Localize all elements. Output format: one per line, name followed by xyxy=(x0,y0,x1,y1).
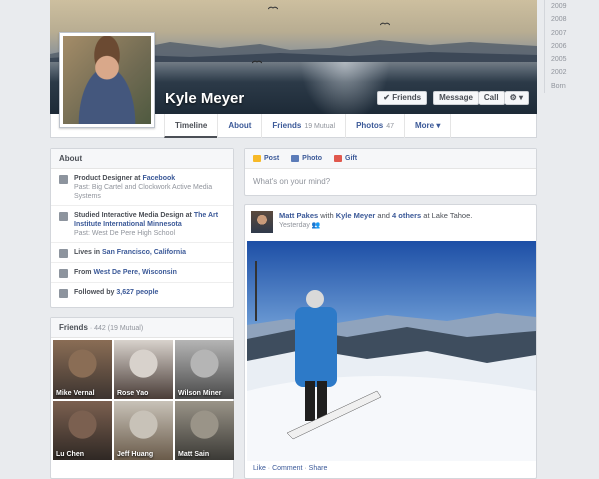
feed-story: Matt Pakes with Kyle Meyer and 4 others … xyxy=(244,204,537,479)
composer-tab-gift[interactable]: Gift xyxy=(334,154,357,163)
bird-icon xyxy=(380,22,390,26)
about-from: From West De Pere, Wisconsin xyxy=(51,263,233,283)
gift-icon xyxy=(334,155,342,162)
friend-tile[interactable]: Mike Vernal xyxy=(53,340,112,399)
composer-tab-photo[interactable]: Photo xyxy=(291,154,322,163)
tab-label: Timeline xyxy=(175,121,208,130)
message-button[interactable]: Message xyxy=(433,91,479,105)
story-text: and xyxy=(375,211,392,220)
friend-name[interactable]: Wilson Miner xyxy=(178,390,222,397)
profile-name[interactable]: Kyle Meyer xyxy=(165,90,244,107)
friend-name[interactable]: Jeff Huang xyxy=(117,451,153,458)
comment-link[interactable]: Comment xyxy=(272,465,302,472)
tagged-link[interactable]: Kyle Meyer xyxy=(336,211,376,220)
tab-label: Photos xyxy=(356,121,384,130)
about-past: Past: West De Pere High School xyxy=(74,230,176,237)
year-link[interactable]: 2009 xyxy=(544,0,599,14)
composer-tab-label: Post xyxy=(264,155,280,162)
rss-icon xyxy=(59,289,68,298)
about-past: Past: Big Cartel and Clockwork Active Me… xyxy=(74,184,213,200)
author-avatar[interactable] xyxy=(251,211,273,233)
friends-button[interactable]: ✔ Friends xyxy=(377,91,428,105)
settings-gear-button[interactable]: ⚙ ▾ xyxy=(504,91,529,105)
camera-icon xyxy=(291,155,300,162)
status-input[interactable]: What's on your mind? xyxy=(245,169,536,194)
composer-tab-post[interactable]: Post xyxy=(253,154,279,163)
about-link[interactable]: San Francisco, California xyxy=(102,249,186,256)
tab-photos[interactable]: Photos 47 xyxy=(345,114,404,138)
year-link[interactable]: 2008 xyxy=(544,13,599,27)
author-link[interactable]: Matt Pakes xyxy=(279,211,318,220)
home-icon xyxy=(59,249,68,258)
bird-icon xyxy=(268,6,278,10)
about-line: From xyxy=(74,269,94,276)
others-link[interactable]: 4 others xyxy=(392,211,421,220)
about-followers: Followed by 3,627 people xyxy=(51,283,233,302)
snowboard-scene xyxy=(247,241,536,461)
composer-tab-label: Photo xyxy=(302,155,322,162)
about-education: Studied Interactive Media Design at The … xyxy=(51,206,233,243)
about-panel: About Product Designer at Facebook Past: … xyxy=(50,148,234,308)
friend-name[interactable]: Rose Yao xyxy=(117,390,148,397)
tab-label: About xyxy=(228,121,252,130)
year-link[interactable]: 2005 xyxy=(544,53,599,67)
year-link[interactable]: Born xyxy=(544,79,599,94)
boat-wake xyxy=(300,62,390,114)
about-link[interactable]: West De Pere, Wisconsin xyxy=(93,269,176,276)
story-timestamp[interactable]: Yesterday xyxy=(279,222,310,229)
story-text: with xyxy=(318,211,336,220)
tab-label: Friends xyxy=(272,121,302,130)
graduation-cap-icon xyxy=(59,212,68,221)
timeline-years: 2009 2008 2007 2006 2005 2002 Born xyxy=(544,0,599,94)
friends-title[interactable]: Friends xyxy=(59,323,88,332)
friends-audience-icon[interactable]: 👥 xyxy=(312,222,321,229)
bird-icon xyxy=(252,60,262,64)
about-line: Lives in xyxy=(74,249,103,256)
friend-name[interactable]: Matt Sain xyxy=(178,451,209,458)
call-button[interactable]: Call xyxy=(478,91,505,105)
tab-timeline[interactable]: Timeline xyxy=(164,114,218,138)
friend-tile[interactable]: Matt Sain xyxy=(175,401,234,460)
profile-picture[interactable] xyxy=(59,32,155,128)
friends-panel: Friends · 442 (19 Mutual) Mike Vernal Ros… xyxy=(50,317,234,479)
story-photo[interactable] xyxy=(247,241,536,461)
cover-actions: ✔ Friends Message Call ⚙ ▾ xyxy=(377,91,529,105)
year-link[interactable]: 2002 xyxy=(544,66,599,80)
tab-count: 19 Mutual xyxy=(304,123,336,130)
briefcase-icon xyxy=(59,175,68,184)
tab-more[interactable]: More ▾ xyxy=(403,114,452,138)
about-line: Studied Interactive Media Design at xyxy=(74,212,194,219)
friend-tile[interactable]: Rose Yao xyxy=(114,340,173,399)
tab-friends[interactable]: Friends 19 Mutual xyxy=(261,114,345,138)
pencil-icon xyxy=(253,155,261,162)
about-lives: Lives in San Francisco, California xyxy=(51,243,233,263)
friend-tile[interactable]: Jeff Huang xyxy=(114,401,173,460)
year-link[interactable]: 2006 xyxy=(544,39,599,54)
about-work: Product Designer at Facebook Past: Big Ca… xyxy=(51,169,233,206)
about-line: Followed by xyxy=(74,289,117,296)
friend-name[interactable]: Lu Chen xyxy=(56,451,84,458)
friend-name[interactable]: Mike Vernal xyxy=(56,390,95,397)
location-pin-icon xyxy=(59,269,68,278)
friend-tile[interactable]: Wilson Miner xyxy=(175,340,234,399)
composer-tab-label: Gift xyxy=(345,155,358,162)
friend-tile[interactable]: Lu Chen xyxy=(53,401,112,460)
profile-photo xyxy=(63,36,151,124)
year-link[interactable]: 2007 xyxy=(544,26,599,40)
composer: Post Photo Gift What's on your mind? xyxy=(244,148,537,196)
about-link[interactable]: Facebook xyxy=(142,175,175,182)
story-text: at Lake Tahoe. xyxy=(421,211,473,220)
friends-count: · 442 (19 Mutual) xyxy=(87,325,144,332)
message-button-group: Message Call ⚙ ▾ xyxy=(433,91,529,105)
about-line: Product Designer at xyxy=(74,175,143,182)
like-link[interactable]: Like xyxy=(253,465,266,472)
tab-about[interactable]: About xyxy=(217,114,261,138)
friends-grid: Mike Vernal Rose Yao Wilson Miner Lu Chen Je… xyxy=(51,338,234,462)
tab-count: 47 xyxy=(386,123,394,130)
story-actions: Like · Comment · Share xyxy=(253,465,327,472)
about-title[interactable]: About xyxy=(51,149,233,169)
tab-label: More ▾ xyxy=(414,121,441,130)
about-link[interactable]: 3,627 people xyxy=(116,289,158,296)
share-link[interactable]: Share xyxy=(309,465,328,472)
